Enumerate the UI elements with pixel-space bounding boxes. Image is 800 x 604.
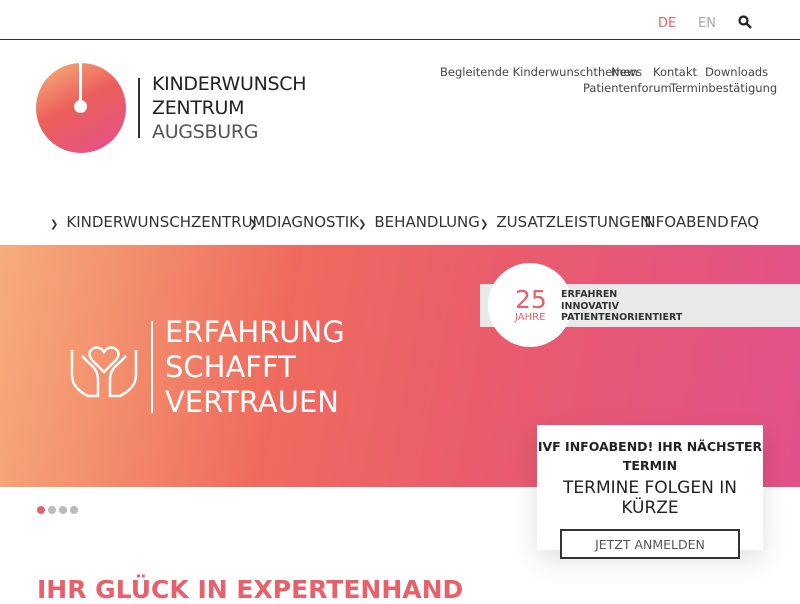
nav-behandlung[interactable]: ❯ BEHANDLUNG — [358, 213, 480, 231]
chevron-down-icon: ❯ — [50, 219, 59, 230]
slide-dot-2[interactable] — [48, 506, 56, 514]
card-title: IVF INFOABEND! IHR NÄCHSTER TERMIN — [537, 439, 763, 473]
card-subtitle: TERMINE FOLGEN IN KÜRZE — [563, 478, 737, 518]
logo-mark[interactable] — [36, 63, 126, 153]
meta-link-terminbestaetigung[interactable]: Terminbestätigung — [670, 81, 777, 95]
logo-line3: AUGSBURG — [152, 121, 259, 143]
hands-heart-icon — [70, 346, 138, 398]
hero-divider — [151, 321, 153, 413]
hero-line2: SCHAFFT — [165, 350, 296, 384]
anniversary-unit: JAHRE — [515, 312, 546, 323]
language-en[interactable]: EN — [698, 16, 716, 31]
hero-line3: VERTRAUEN — [165, 385, 339, 419]
slide-dot-3[interactable] — [59, 506, 67, 514]
top-bar: DE EN — [0, 0, 800, 40]
meta-link-kontakt[interactable]: Kontakt — [653, 65, 697, 79]
meta-link-themen[interactable]: Begleitende Kinderwunschthemen — [440, 65, 638, 79]
nav-diagnostik[interactable]: ❯ DIAGNOSTIK — [249, 213, 359, 231]
language-de[interactable]: DE — [658, 16, 676, 31]
nav-zusatzleistungen[interactable]: ❯ ZUSATZLEISTUNGEN — [480, 213, 651, 231]
slider-dots — [37, 499, 81, 518]
hero-line1: ERFAHRUNG — [165, 315, 345, 349]
meta-link-patientenforum[interactable]: Patientenforum — [583, 81, 672, 95]
badge-line1: ERFAHREN — [561, 289, 618, 300]
badge-line2: INNOVATIV — [561, 301, 619, 312]
chevron-down-icon: ❯ — [480, 219, 489, 230]
meta-link-downloads[interactable]: Downloads — [705, 65, 768, 79]
slide-dot-4[interactable] — [70, 506, 78, 514]
nav-kinderwunschzentrum[interactable]: ❯ KINDERWUNSCHZENTRUM — [50, 213, 266, 231]
register-button[interactable]: JETZT ANMELDEN — [560, 529, 740, 559]
nav-infoabend[interactable]: INFOABEND — [640, 213, 729, 231]
logo-line1: KINDERWUNSCH — [152, 73, 307, 95]
chevron-down-icon: ❯ — [249, 219, 258, 230]
chevron-down-icon: ❯ — [358, 219, 367, 230]
infoabend-card: IVF INFOABEND! IHR NÄCHSTER TERMIN TERMI… — [537, 425, 763, 559]
logo-line2: ZENTRUM — [152, 97, 245, 119]
meta-link-news[interactable]: News — [611, 65, 642, 79]
search-icon[interactable] — [738, 15, 752, 29]
nav-faq[interactable]: FAQ — [730, 213, 759, 231]
anniversary-number: 25 — [515, 285, 547, 314]
slide-dot-1[interactable] — [37, 506, 45, 514]
logo-divider — [138, 78, 140, 138]
badge-line3: PATIENTENORIENTIERT — [561, 312, 683, 323]
